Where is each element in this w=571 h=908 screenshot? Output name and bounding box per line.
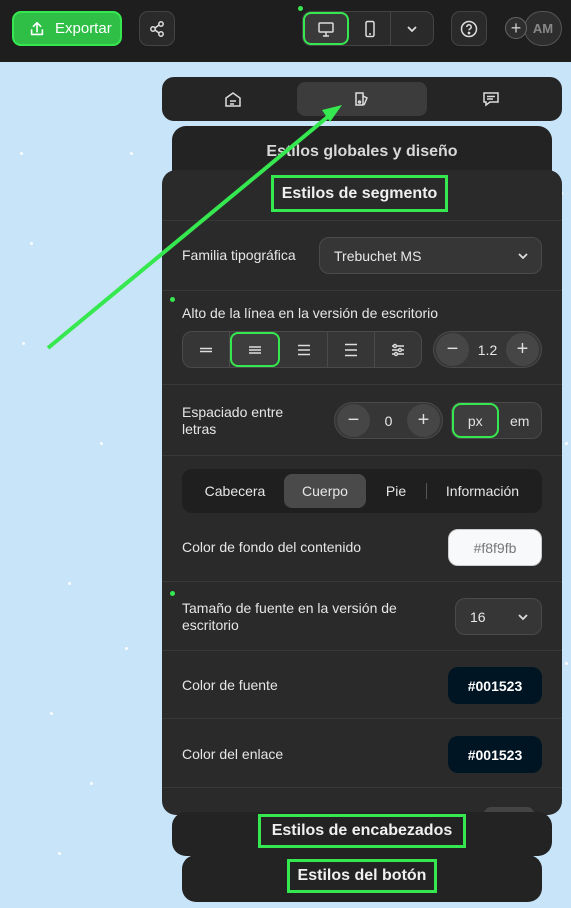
annotation-arrow	[46, 105, 342, 350]
arrow-line	[46, 113, 332, 350]
